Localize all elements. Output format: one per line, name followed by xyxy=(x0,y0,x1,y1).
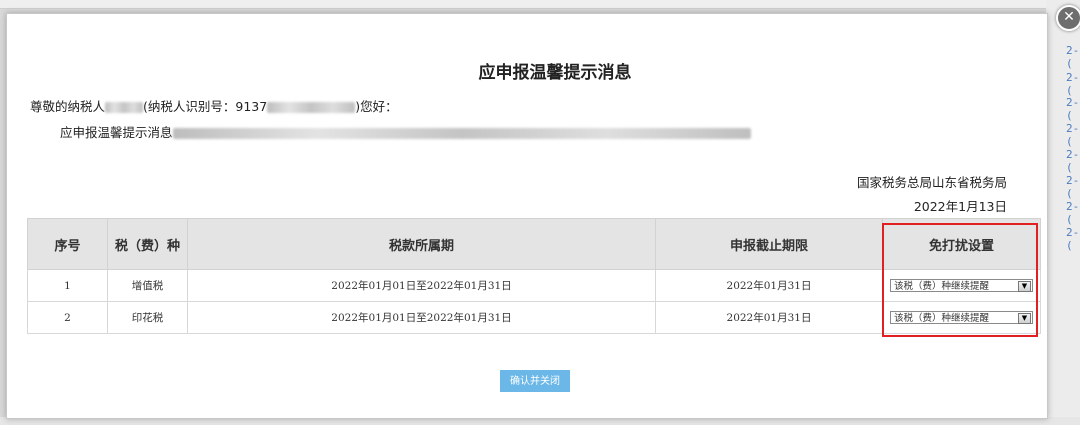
redacted-taxpayer-name xyxy=(105,102,144,113)
header-tax-period: 税款所属期 xyxy=(187,218,656,270)
row-index: 1 xyxy=(27,269,108,302)
message-line: 应申报温馨提示消息 xyxy=(60,122,751,141)
message-text: 应申报温馨提示消息 xyxy=(60,125,173,140)
row-tax-period: 2022年01月01日至2022年01月31日 xyxy=(187,269,656,302)
header-index: 序号 xyxy=(27,218,108,270)
row-setting-cell: 该税（费）种继续提醒 ▼ xyxy=(882,301,1041,334)
greeting-suffix: )您好： xyxy=(355,99,398,114)
dialog-title: 应申报温馨提示消息 xyxy=(478,63,632,83)
dnd-setting-select[interactable]: 该税（费）种继续提醒 ▼ xyxy=(890,279,1033,292)
close-icon[interactable]: ✕ xyxy=(1056,5,1080,31)
row-tax-type: 印花税 xyxy=(107,301,188,334)
tax-reminder-table: 序号 税（费）种 税款所属期 申报截止期限 免打扰设置 1 增值税 2022年0… xyxy=(27,218,1041,334)
row-tax-period: 2022年01月01日至2022年01月31日 xyxy=(187,301,656,334)
issue-date: 2022年1月13日 xyxy=(913,199,1007,214)
greeting-prefix: 尊敬的纳税人 xyxy=(30,99,106,114)
row-tax-type: 增值税 xyxy=(107,269,188,302)
background-edge-label: 2-( xyxy=(1066,122,1080,148)
header-deadline: 申报截止期限 xyxy=(655,218,883,270)
table-row: 2 印花税 2022年01月01日至2022年01月31日 2022年01月31… xyxy=(27,301,1041,334)
table-header-row: 序号 税（费）种 税款所属期 申报截止期限 免打扰设置 xyxy=(27,218,1041,270)
row-index: 2 xyxy=(27,301,108,334)
table-row: 1 增值税 2022年01月01日至2022年01月31日 2022年01月31… xyxy=(27,269,1041,302)
select-value: 该税（费）种继续提醒 xyxy=(894,281,990,292)
select-value: 该税（费）种继续提醒 xyxy=(894,313,990,324)
greeting-line: 尊敬的纳税人 (纳税人识别号：9137 )您好： xyxy=(30,96,398,115)
redacted-taxid xyxy=(267,102,356,113)
chevron-down-icon[interactable]: ▼ xyxy=(1018,281,1031,292)
dnd-setting-select[interactable]: 该税（费）种继续提醒 ▼ xyxy=(890,311,1033,324)
background-edge-label: 2-( xyxy=(1066,226,1080,252)
background-edge-label: 2-( xyxy=(1066,96,1080,122)
header-dnd-setting: 免打扰设置 xyxy=(882,218,1041,270)
row-setting-cell: 该税（费）种继续提醒 ▼ xyxy=(882,269,1041,302)
header-tax-type: 税（费）种 xyxy=(107,218,188,270)
row-deadline: 2022年01月31日 xyxy=(655,269,883,302)
issuing-agency: 国家税务总局山东省税务局 xyxy=(856,175,1007,190)
background-edge-label: 2-( xyxy=(1066,174,1080,200)
greeting-taxid-label: (纳税人识别号：9137 xyxy=(143,99,268,114)
redacted-message xyxy=(172,128,751,139)
background-edge-label: 2-( xyxy=(1066,200,1080,226)
background-page-top xyxy=(0,0,1080,9)
confirm-close-button[interactable]: 确认并关闭 xyxy=(500,370,570,392)
chevron-down-icon[interactable]: ▼ xyxy=(1018,313,1031,324)
row-deadline: 2022年01月31日 xyxy=(655,301,883,334)
reminder-dialog: 应申报温馨提示消息 尊敬的纳税人 (纳税人识别号：9137 )您好： 应申报温馨提示… xyxy=(6,13,1048,419)
background-edge-label: 2-( xyxy=(1066,148,1080,174)
